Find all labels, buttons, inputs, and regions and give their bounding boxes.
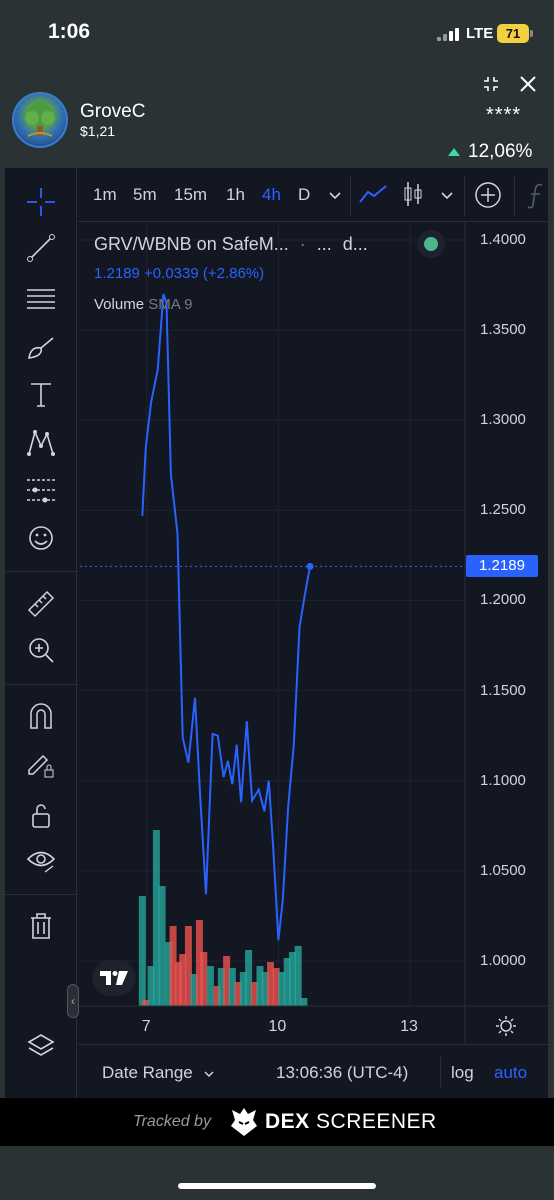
chevron-down-icon[interactable] xyxy=(440,188,454,202)
dexscreener-brand: DEX SCREENER xyxy=(265,1110,437,1134)
volume-sma: SMA 9 xyxy=(148,296,193,313)
y-tick-label: 1.2000 xyxy=(480,591,526,609)
timeframe-4h[interactable]: 4h xyxy=(262,185,281,205)
tradingview-icon xyxy=(100,971,128,985)
chevron-down-icon xyxy=(204,1070,214,1077)
chevron-down-icon[interactable] xyxy=(328,188,342,202)
y-tick-label: 1.3500 xyxy=(480,321,526,339)
eye-icon[interactable] xyxy=(25,844,57,876)
text-icon[interactable] xyxy=(25,378,57,410)
drawing-toolbar xyxy=(5,168,77,1098)
log-scale-toggle[interactable]: log xyxy=(451,1063,474,1083)
y-tick-label: 1.2500 xyxy=(480,501,526,519)
lock-drawing-icon[interactable] xyxy=(25,748,57,780)
brush-icon[interactable] xyxy=(25,332,57,364)
y-tick-label: 1.3000 xyxy=(480,411,526,429)
volume-bar xyxy=(158,886,166,1006)
timeframe-d[interactable]: D xyxy=(298,185,310,205)
x-tick-label: 10 xyxy=(268,1018,287,1035)
price-legend: 1.2189 +0.0339 (+2.86%) xyxy=(94,265,265,282)
date-range-button[interactable]: Date Range xyxy=(102,1063,215,1083)
last-price-tag: 1.2189 xyxy=(466,555,538,578)
collapse-toolbar-button[interactable]: ‹ xyxy=(67,984,79,1018)
price-line xyxy=(141,293,311,941)
x-tick-label: 13 xyxy=(400,1018,418,1035)
volume-bar xyxy=(300,998,308,1006)
market-status-icon[interactable] xyxy=(417,230,445,258)
y-tick-label: 1.1500 xyxy=(480,681,526,699)
timeframe-5m[interactable]: 5m xyxy=(133,185,157,205)
brand-rest: SCREENER xyxy=(316,1110,437,1133)
y-tick-label: 1.0500 xyxy=(480,861,526,879)
y-tick-label: 1.0000 xyxy=(480,951,526,969)
candles-icon[interactable] xyxy=(402,180,424,208)
emoji-icon[interactable] xyxy=(25,522,57,554)
volume-bar xyxy=(138,896,146,1006)
layers-icon[interactable] xyxy=(25,1030,57,1062)
zoom-in-icon[interactable] xyxy=(25,634,57,666)
y-tick-label: 1.1000 xyxy=(480,771,526,789)
crosshair-icon[interactable] xyxy=(25,186,57,218)
line-chart-icon[interactable] xyxy=(358,182,388,206)
auto-scale-toggle[interactable]: auto xyxy=(494,1063,527,1083)
volume-bar xyxy=(200,952,208,1006)
volume-bar xyxy=(206,966,214,1006)
pattern-icon[interactable] xyxy=(25,426,57,458)
unlock-icon[interactable] xyxy=(25,800,57,832)
tradingview-logo[interactable] xyxy=(92,960,136,996)
tracked-by-footer[interactable]: Tracked by DEX SCREENER xyxy=(0,1098,554,1146)
trash-icon[interactable] xyxy=(25,910,57,942)
prediction-icon[interactable] xyxy=(25,474,57,506)
dexscreener-logo-icon xyxy=(231,1108,257,1136)
title-ellipsis: ... xyxy=(316,234,332,254)
volume-bar xyxy=(294,946,302,1006)
ruler-icon[interactable] xyxy=(25,588,57,620)
trend-line-icon[interactable] xyxy=(25,232,57,264)
title-dots: · xyxy=(299,234,306,254)
home-indicator[interactable] xyxy=(178,1183,376,1189)
volume-legend[interactable]: Volume SMA 9 xyxy=(94,296,192,313)
timeframe-1h[interactable]: 1h xyxy=(226,185,245,205)
chart-toolbar: 1m 5m 15m 1h 4h D xyxy=(78,168,548,222)
add-indicator-icon[interactable] xyxy=(474,181,502,209)
pair-title[interactable]: GRV/WBNB on SafeM... · ... d... xyxy=(94,234,368,255)
fib-lines-icon[interactable] xyxy=(25,282,57,314)
pair-name: GRV/WBNB on SafeM... xyxy=(94,234,289,254)
function-icon[interactable] xyxy=(526,181,546,209)
date-range-label: Date Range xyxy=(102,1063,193,1082)
clock-timezone[interactable]: 13:06:36 (UTC-4) xyxy=(276,1063,408,1083)
brand-bold: DEX xyxy=(265,1110,310,1133)
volume-label: Volume xyxy=(94,296,145,313)
timeframe-1m[interactable]: 1m xyxy=(93,185,117,205)
settings-gear-icon[interactable] xyxy=(495,1015,517,1037)
y-tick-label: 1.4000 xyxy=(480,231,526,249)
tracked-by-label: Tracked by xyxy=(133,1113,211,1130)
x-tick-label: 7 xyxy=(141,1018,151,1035)
magnet-icon[interactable] xyxy=(25,700,57,732)
chart-bottom-bar: Date Range 13:06:36 (UTC-4) log auto xyxy=(78,1044,548,1098)
bottom-divider xyxy=(440,1057,441,1087)
timeframe-15m[interactable]: 15m xyxy=(174,185,207,205)
pair-exchange: d... xyxy=(342,234,368,254)
